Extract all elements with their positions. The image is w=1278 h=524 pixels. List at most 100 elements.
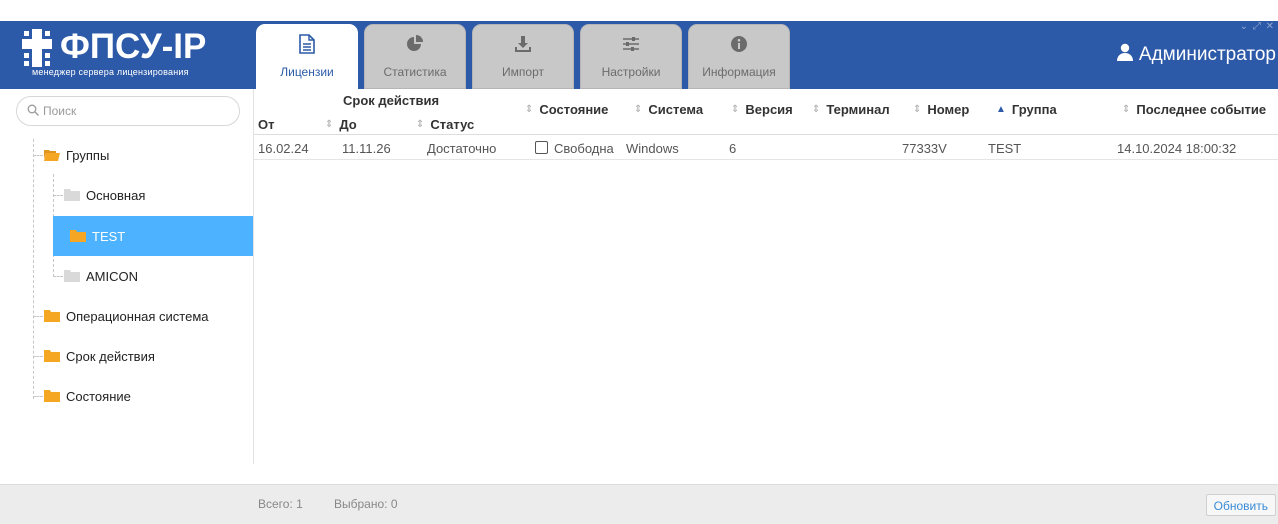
sidebar-tree: Группы Основная TEST AMICON Операционная…: [0, 89, 254, 464]
cell-system: Windows: [626, 141, 679, 156]
column-label: Версия: [745, 102, 793, 117]
sort-icon: ⇕: [416, 119, 425, 130]
cell-version: 6: [729, 141, 737, 156]
selected-count: Выбрано: 0: [334, 497, 398, 511]
cell-to: 11.11.26: [342, 141, 391, 156]
folder-icon: [44, 350, 60, 362]
tree-guide: [53, 195, 63, 196]
search-input[interactable]: [43, 104, 223, 118]
column-version[interactable]: ⇕ Версия: [731, 102, 793, 117]
tab-information[interactable]: Информация: [688, 24, 790, 89]
row-checkbox[interactable]: [535, 141, 548, 154]
sort-icon: ⇕: [812, 104, 821, 115]
download-icon: [473, 33, 573, 55]
sort-icon: ⇕: [731, 104, 740, 115]
folder-icon: [64, 189, 80, 201]
folder-icon: [44, 390, 60, 402]
sort-icon: ⇕: [525, 104, 534, 115]
sort-icon: ⇕: [634, 104, 643, 115]
pie-chart-icon: [365, 33, 465, 55]
tree-node-amicon[interactable]: AMICON: [64, 256, 138, 296]
column-state[interactable]: ⇕ Состояние: [525, 102, 608, 117]
tree-guide: [33, 396, 43, 397]
tree-node-state[interactable]: Состояние: [44, 376, 131, 416]
column-terminal[interactable]: ⇕ Терминал: [812, 102, 890, 117]
column-status[interactable]: ⇕ Статус: [416, 117, 474, 132]
tab-statistics[interactable]: Статистика: [364, 24, 466, 89]
tree-guide: [33, 139, 34, 399]
tree-node-label: Срок действия: [66, 348, 155, 364]
sort-icon: ⇕: [913, 104, 922, 115]
logo-subtitle: менеджер сервера лицензирования: [32, 67, 189, 77]
column-label: Последнее событие: [1136, 102, 1267, 117]
tab-licenses[interactable]: Лицензии: [256, 24, 358, 89]
app-header: ФПСУ-IP менеджер сервера лицензирования …: [0, 21, 1278, 89]
selected-label: Выбрано:: [334, 497, 388, 511]
selected-value: 0: [390, 497, 398, 511]
status-bar: Всего: 1 Выбрано: 0 Обновить: [0, 484, 1278, 524]
column-label: До: [339, 117, 357, 132]
folder-icon: [70, 230, 86, 242]
sliders-icon: [581, 33, 681, 55]
logo-title: ФПСУ-IP: [60, 27, 207, 66]
column-label: Номер: [927, 102, 970, 117]
column-group-validity: Срок действия: [343, 93, 440, 108]
tab-label: Импорт: [502, 65, 544, 79]
tree-node-label: Состояние: [66, 388, 131, 404]
cell-status: Достаточно: [427, 141, 497, 156]
sort-asc-icon: ▲: [996, 104, 1006, 115]
tree-guide: [53, 276, 63, 277]
tree-node-validity[interactable]: Срок действия: [44, 336, 155, 376]
column-last-event[interactable]: ⇕ Последнее событие: [1122, 102, 1278, 117]
cell-last-event: 14.10.2024 18:00:32: [1117, 141, 1237, 156]
total-value: 1: [296, 497, 303, 511]
tree-guide: [33, 356, 43, 357]
tree-node-label: Основная: [86, 187, 146, 203]
user-menu[interactable]: Администратор: [1116, 43, 1276, 67]
user-name: Администратор: [1138, 44, 1276, 65]
sort-icon: ⇕: [325, 119, 334, 130]
tab-label: Лицензии: [280, 65, 334, 79]
tab-settings[interactable]: Настройки: [580, 24, 682, 89]
tree-node-os[interactable]: Операционная система: [44, 296, 209, 336]
table-header: Срок действия От ⇕ До ⇕ Статус ⇕ Состоян…: [254, 89, 1278, 135]
tab-import[interactable]: Импорт: [472, 24, 574, 89]
logo: ФПСУ-IP менеджер сервера лицензирования: [18, 27, 238, 83]
cell-state: Свободна: [535, 141, 614, 156]
tab-label: Информация: [702, 65, 776, 79]
info-icon: [689, 33, 789, 55]
tree-node-test[interactable]: TEST: [53, 216, 253, 256]
sort-icon: ⇕: [1122, 104, 1131, 115]
tree-node-label: Группы: [66, 147, 110, 163]
column-label: Группа: [1011, 102, 1057, 117]
window-controls-icon[interactable]: ⌄ ⤢ ✕: [1240, 21, 1275, 32]
column-label: Терминал: [826, 102, 890, 117]
column-label: Система: [648, 102, 704, 117]
tab-label: Статистика: [383, 65, 447, 79]
column-system[interactable]: ⇕ Система: [634, 102, 703, 117]
total-label: Всего:: [258, 497, 293, 511]
column-to[interactable]: ⇕ До: [325, 117, 357, 132]
search-icon: [27, 104, 39, 119]
column-from[interactable]: От: [258, 117, 274, 132]
search-box[interactable]: [16, 96, 240, 126]
cell-state-text: Свободна: [554, 141, 614, 156]
column-label: От: [258, 117, 275, 132]
column-number[interactable]: ⇕ Номер: [913, 102, 969, 117]
tab-label: Настройки: [601, 65, 661, 79]
tree-node-label: Операционная система: [66, 308, 209, 324]
folder-icon: [44, 310, 60, 322]
refresh-button[interactable]: Обновить: [1205, 494, 1276, 516]
cell-group: TEST: [988, 141, 1022, 156]
cell-from: 16.02.24: [258, 141, 309, 156]
column-label: Состояние: [539, 102, 609, 117]
tree-guide: [33, 155, 43, 156]
tree-node-label: TEST: [92, 228, 126, 244]
tree-node-groups[interactable]: Группы: [44, 135, 109, 175]
column-group[interactable]: ▲ Группа: [996, 102, 1057, 117]
table-row[interactable]: 16.02.24 11.11.26 Достаточно Свободна Wi…: [254, 139, 1278, 160]
tree-node-main[interactable]: Основная: [64, 175, 145, 215]
total-count: Всего: 1: [258, 497, 303, 511]
folder-open-icon: [44, 149, 60, 161]
logo-mark-icon: [22, 29, 52, 67]
